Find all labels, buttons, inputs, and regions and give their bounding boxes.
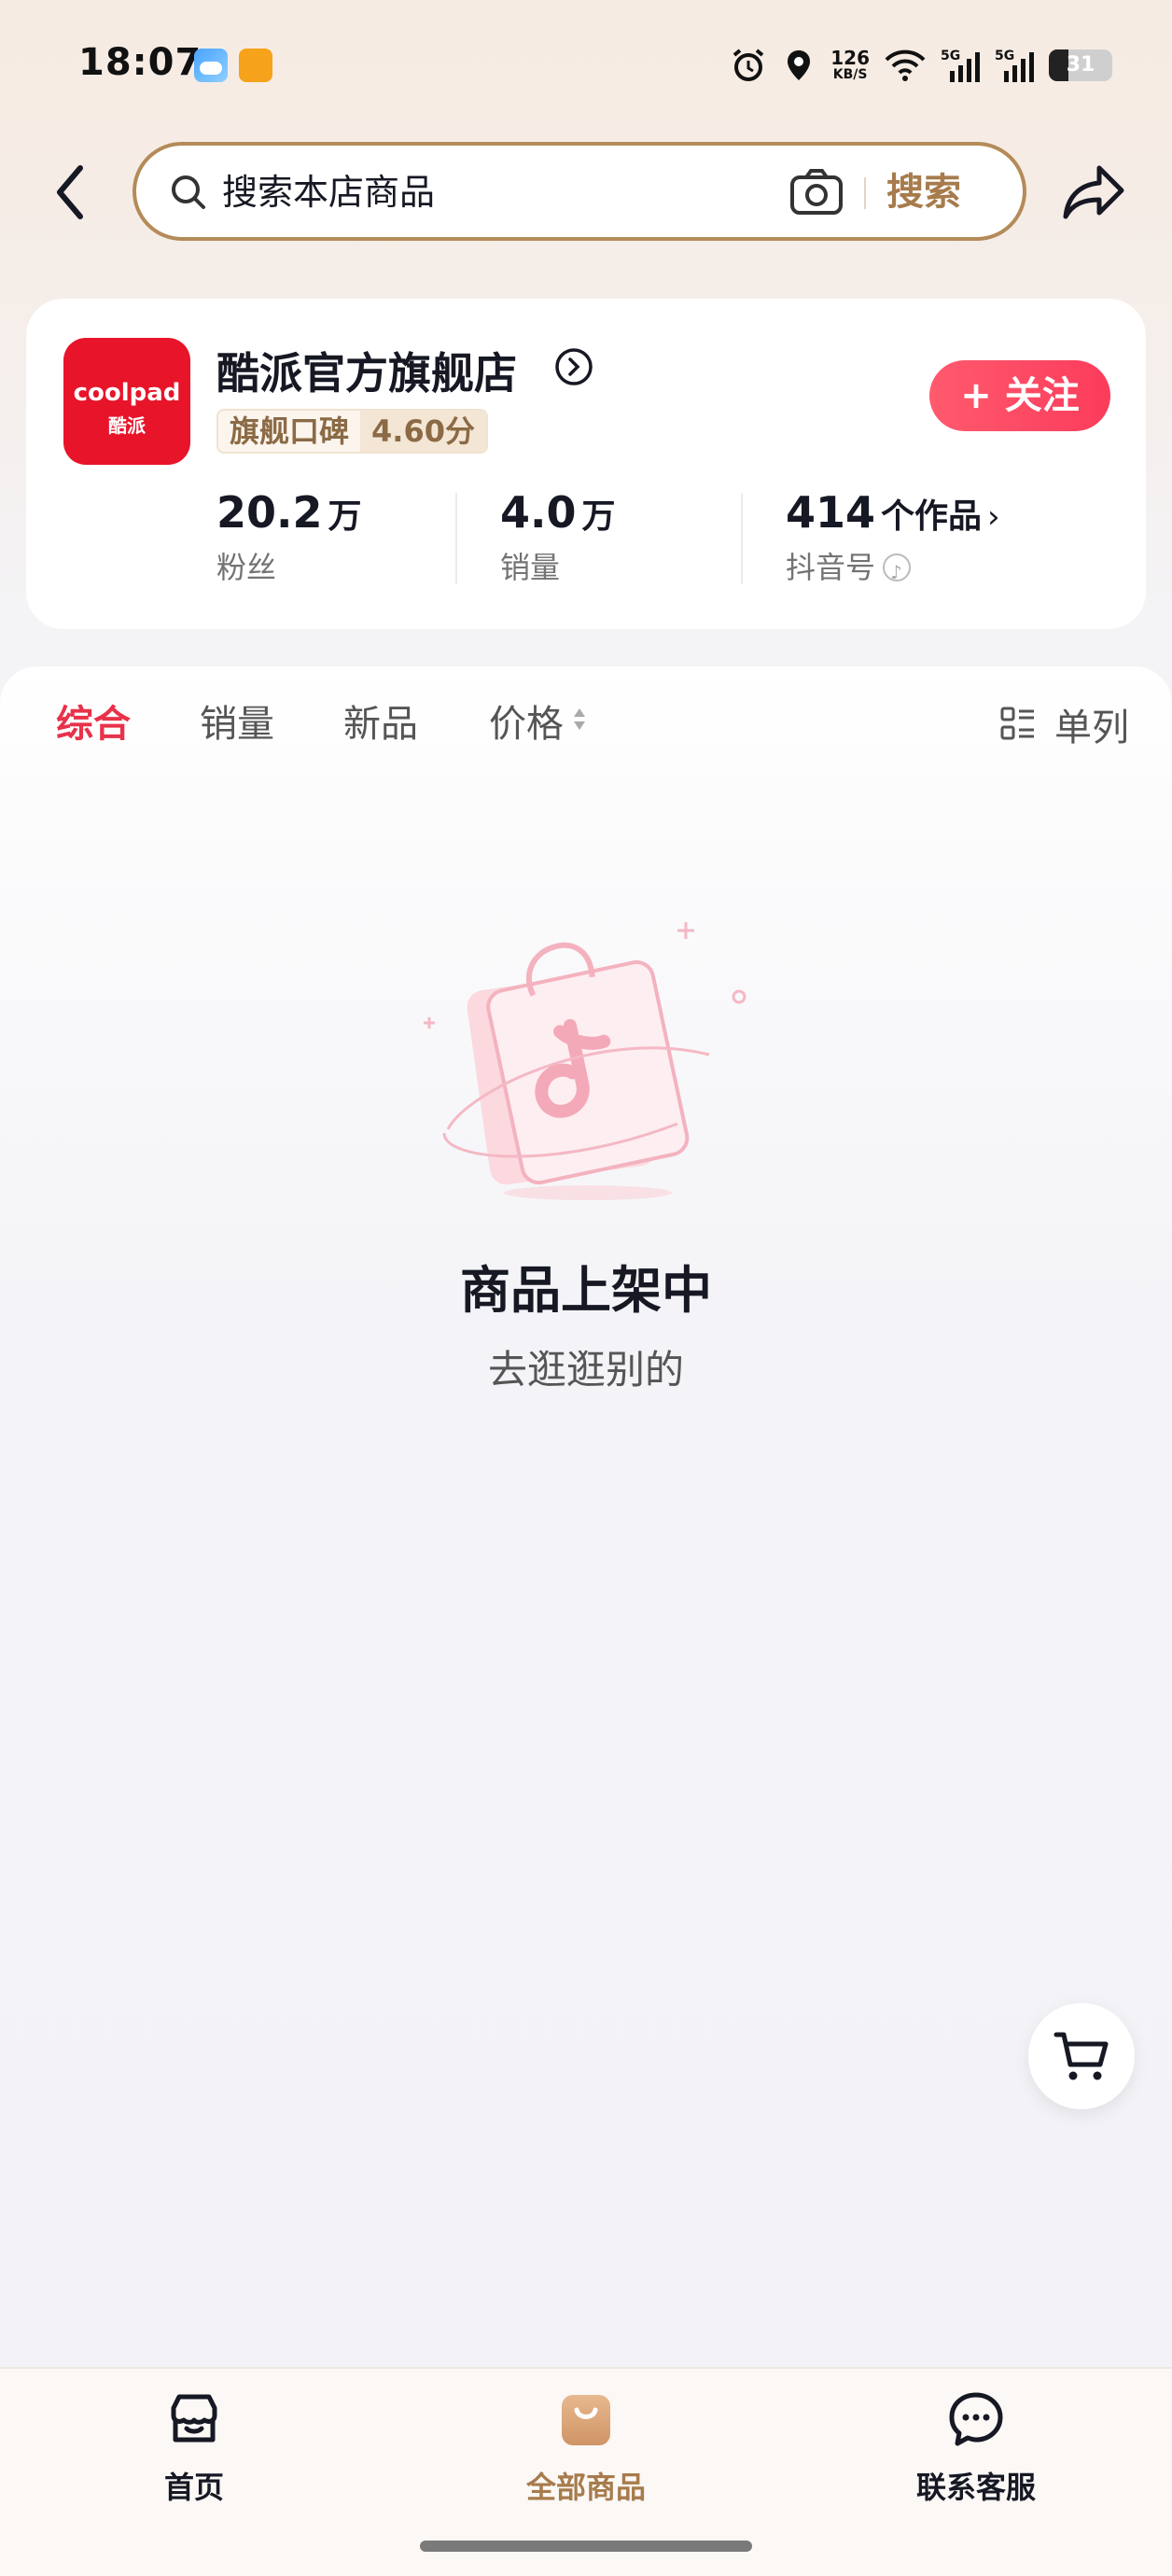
douyin-icon (883, 553, 912, 591)
store-icon (171, 2394, 217, 2443)
rating-badge-score: 4.60分 (360, 411, 486, 452)
chevron-right-icon: › (987, 498, 1000, 536)
stat-works-value: 414 (786, 487, 876, 538)
share-icon[interactable] (1062, 161, 1127, 222)
notification-app-icon (239, 49, 272, 82)
nav-item-customer-service[interactable]: 联系客服 (864, 2389, 1088, 2507)
tab-price-label: 价格 (489, 703, 564, 746)
search-box[interactable]: 搜索 (133, 142, 1026, 241)
empty-shopping-bag-illustration (424, 922, 746, 1200)
cart-button[interactable] (1028, 2003, 1135, 2109)
nav-label-home: 首页 (163, 2470, 224, 2505)
stat-fans-value: 20.2 (216, 487, 323, 538)
nav-item-all-products[interactable]: 全部商品 (474, 2389, 698, 2507)
stat-sales[interactable]: 4.0 万 销量 (500, 485, 616, 588)
sort-tabs: 综合 销量 新品 价格 单列 (0, 666, 1172, 784)
tab-comprehensive[interactable]: 综合 (56, 700, 131, 749)
wifi-icon (885, 49, 926, 81)
battery-level: 31 (1066, 53, 1095, 77)
stat-works[interactable]: 414 个作品 › 抖音号 (786, 485, 1000, 591)
chat-icon (949, 2392, 1003, 2446)
tab-new[interactable]: 新品 (343, 700, 418, 749)
net-speed: 126 KB/S (830, 49, 870, 82)
stat-fans-label: 粉丝 (216, 550, 277, 585)
search-icon (172, 175, 205, 209)
sort-arrows-icon (573, 708, 586, 733)
chevron-right-circle-icon[interactable] (554, 347, 593, 386)
camera-icon[interactable] (789, 168, 844, 217)
stat-fans[interactable]: 20.2 万 粉丝 (216, 485, 362, 588)
store-logo-text: coolpad (73, 379, 181, 407)
tab-sales[interactable]: 销量 (200, 700, 274, 749)
store-logo-subtext: 酷派 (108, 414, 146, 437)
nav-item-home[interactable]: 首页 (82, 2389, 306, 2507)
store-name[interactable]: 酷派官方旗舰店 (216, 340, 517, 401)
status-bar: 18:07 126 KB/S 5G 5G 31 (0, 0, 1172, 131)
stat-sales-value: 4.0 (500, 487, 577, 538)
net-speed-unit: KB/S (832, 67, 868, 82)
status-icons: 126 KB/S 5G 5G 31 (730, 41, 1112, 90)
status-time: 18:07 (78, 41, 202, 84)
empty-state-subtitle[interactable]: 去逛逛别的 (0, 1338, 1172, 1395)
list-layout-icon (1000, 707, 1034, 740)
nav-label-all-products: 全部商品 (525, 2470, 646, 2505)
douyin-id-label: 抖音号 (786, 550, 876, 585)
cart-icon (1053, 2032, 1109, 2080)
stat-works-label: 抖音号 (786, 549, 1000, 591)
signal-5g-icon: 5G (941, 49, 980, 82)
stat-divider (455, 493, 457, 584)
store-logo[interactable]: coolpad 酷派 (63, 338, 190, 465)
location-icon (788, 50, 811, 80)
nav-label-customer-service: 联系客服 (915, 2470, 1036, 2505)
home-indicator[interactable] (420, 2541, 752, 2552)
svg-text:5G: 5G (995, 49, 1014, 63)
rating-badge-label: 旗舰口碑 (230, 413, 350, 449)
stat-sales-unit: 万 (581, 497, 616, 536)
shopping-bag-icon (562, 2395, 610, 2445)
rating-badge[interactable]: 旗舰口碑 4.60分 (216, 409, 488, 454)
empty-state-title: 商品上架中 (460, 1261, 712, 1320)
stat-fans-unit: 万 (328, 497, 362, 536)
net-speed-value: 126 (830, 47, 870, 69)
layout-toggle-label: 单列 (1054, 707, 1129, 749)
svg-text:5G: 5G (941, 49, 960, 63)
store-card: coolpad 酷派 酷派官方旗舰店 旗舰口碑 4.60分 + 关注 20.2 万… (26, 299, 1146, 629)
search-divider (864, 177, 866, 209)
stat-sales-label: 销量 (500, 550, 561, 585)
store-stats: 20.2 万 粉丝 4.0 万 销量 414 个作品 › 抖音号 (216, 485, 1112, 591)
stat-divider (741, 493, 743, 584)
alarm-icon (732, 49, 764, 81)
back-icon[interactable] (45, 159, 105, 226)
follow-button[interactable]: + 关注 (929, 360, 1110, 431)
battery-icon: 31 (1049, 49, 1112, 81)
signal-5g-icon: 5G (995, 49, 1034, 82)
layout-toggle[interactable]: 单列 (1000, 700, 1129, 749)
tab-price[interactable]: 价格 (489, 700, 586, 749)
search-input[interactable] (222, 166, 782, 218)
stat-works-unit: 个作品 (881, 497, 983, 536)
weather-app-icon (194, 49, 228, 82)
search-button[interactable]: 搜索 (886, 162, 961, 222)
